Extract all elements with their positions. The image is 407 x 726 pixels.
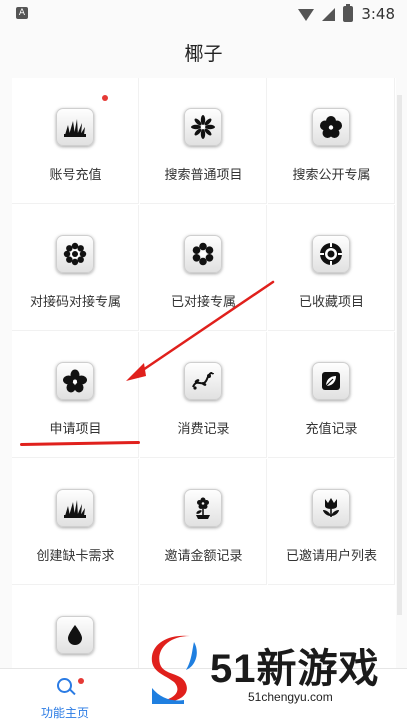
badge-dot (78, 678, 84, 684)
tab-home[interactable]: 功能主页 (0, 669, 130, 726)
annotation-arrow (126, 280, 275, 381)
watermark-text: 51新游戏 (210, 647, 380, 691)
watermark: 51新游戏 51chengyu.com (150, 628, 395, 720)
brand-logo-icon (151, 635, 197, 704)
watermark-url: 51chengyu.com (248, 690, 333, 704)
tab-home-label: 功能主页 (40, 706, 89, 720)
search-icon (57, 678, 72, 693)
